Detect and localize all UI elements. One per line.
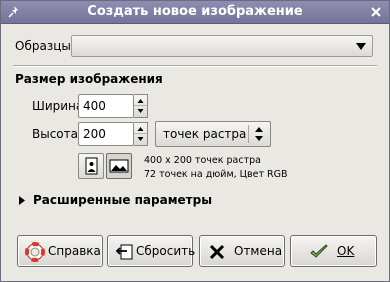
reset-button[interactable]: Сбросить: [107, 235, 196, 267]
expander-arrow-icon: [19, 196, 25, 205]
arrow-up-icon: [137, 127, 144, 131]
new-image-dialog: Создать новое изображение Образцы: Разме…: [0, 0, 390, 282]
width-input[interactable]: 400: [78, 94, 134, 118]
reset-label: Сбросить: [136, 244, 196, 258]
templates-combo[interactable]: [71, 35, 373, 57]
advanced-label: Расширенные параметры: [33, 193, 213, 207]
reset-icon: [115, 244, 133, 260]
height-spinner[interactable]: [134, 122, 148, 146]
arrow-down-icon: [137, 109, 144, 113]
window-title: Создать новое изображение: [87, 4, 303, 19]
ok-button[interactable]: OK: [290, 235, 377, 267]
height-label: Высота:: [32, 127, 83, 141]
arrow-up-icon: [137, 99, 144, 103]
cancel-label: Отмена: [234, 244, 283, 258]
height-value: 200: [83, 127, 106, 141]
units-select[interactable]: точек растра: [155, 121, 271, 147]
units-value: точек растра: [163, 127, 247, 141]
arrow-down-icon: [137, 137, 144, 141]
up-down-arrows-icon: [255, 127, 263, 141]
cancel-button[interactable]: Отмена: [199, 235, 285, 267]
landscape-icon: [109, 159, 129, 173]
width-decrement[interactable]: [134, 106, 147, 117]
ok-label: OK: [337, 244, 355, 258]
cancel-icon: [209, 244, 225, 260]
lifebuoy-icon: [25, 242, 45, 262]
help-label: Справка: [48, 244, 101, 258]
help-button[interactable]: Справка: [17, 235, 103, 267]
height-increment[interactable]: [134, 123, 147, 134]
height-decrement[interactable]: [134, 134, 147, 145]
units-divider: [248, 125, 249, 143]
image-dimensions-info: 400 x 200 точек растра: [144, 155, 261, 166]
height-input[interactable]: 200: [78, 122, 134, 146]
templates-label: Образцы:: [15, 39, 75, 53]
image-size-heading: Размер изображения: [15, 72, 163, 86]
title-bar[interactable]: Создать новое изображение: [1, 1, 389, 24]
portrait-icon: [85, 157, 98, 175]
separator: [13, 65, 377, 67]
advanced-expander[interactable]: Расширенные параметры: [19, 193, 212, 209]
ok-icon: [310, 244, 328, 258]
close-icon[interactable]: [367, 3, 385, 21]
width-value: 400: [83, 99, 106, 113]
portrait-button[interactable]: [78, 153, 104, 179]
width-spinner[interactable]: [134, 94, 148, 118]
width-increment[interactable]: [134, 95, 147, 106]
landscape-button[interactable]: [106, 153, 132, 179]
dropdown-arrow-icon: [356, 43, 366, 50]
image-resolution-info: 72 точек на дюйм, Цвет RGB: [144, 169, 288, 180]
